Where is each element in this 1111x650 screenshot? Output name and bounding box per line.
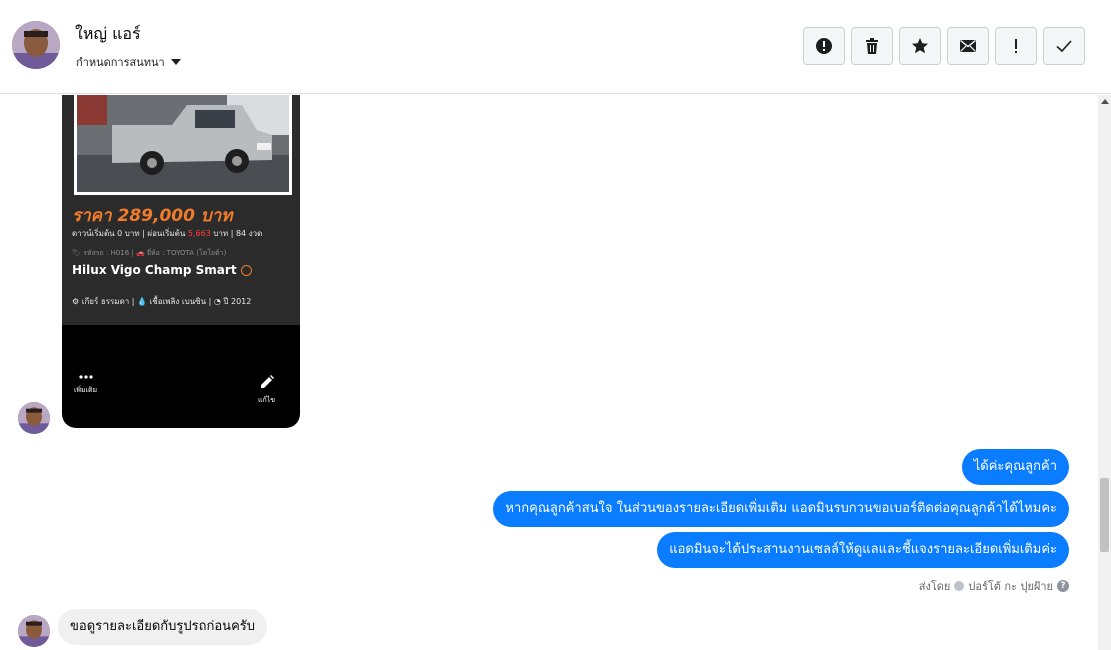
contact-avatar-small[interactable]: [18, 402, 50, 434]
pencil-icon: [260, 375, 274, 388]
message-thread: ราคา 289,000 บาท ดาวน์เริ่มต้น 0 บาท | ผ…: [0, 95, 1098, 650]
mark-unread-button[interactable]: [947, 27, 989, 65]
exclamation-icon: [1015, 39, 1017, 53]
envelope-icon: [960, 39, 976, 52]
sent-by-info: ส่งโดย ปอร์โต้ กะ ปุยฝ้าย ?: [919, 577, 1069, 595]
mark-done-button[interactable]: [1043, 27, 1085, 65]
attachment-more-button[interactable]: เพิ่มเติม: [74, 375, 97, 396]
avatar-image: [18, 402, 50, 434]
terms-prefix: ดาวน์เริ่มต้น 0 บาท | ผ่อนเริ่มต้น: [72, 229, 188, 238]
agent-status-icon: [954, 581, 965, 591]
car-specs: ⚙ เกียร์ ธรรมดา | 💧 เชื้อเพลิง เบนซิน | …: [72, 297, 252, 306]
outgoing-message[interactable]: แอดมินจะได้ประสานงานเซลล์ให้ดูแลและชี้แจ…: [657, 532, 1069, 568]
car-model: Hilux Vigo Champ Smart: [72, 263, 237, 277]
delete-button[interactable]: [851, 27, 893, 65]
edit-label: แก้ไข: [258, 396, 276, 404]
conversation-settings-dropdown[interactable]: กำหนดการสนทนา: [76, 53, 181, 71]
conversation-settings-label: กำหนดการสนทนา: [76, 56, 165, 69]
contact-avatar[interactable]: [12, 21, 60, 69]
car-price: ราคา 289,000 บาท: [72, 206, 233, 226]
contact-avatar-small[interactable]: [18, 615, 50, 647]
scroll-thumb[interactable]: [1100, 478, 1109, 552]
terms-suffix: บาท | 84 งวด: [210, 229, 263, 238]
conversation-actions: [803, 27, 1085, 65]
attachment-edit-button[interactable]: แก้ไข: [258, 375, 275, 406]
contact-name: ใหญ่ แอร์: [75, 24, 141, 43]
outgoing-message[interactable]: หากคุณลูกค้าสนใจ ในส่วนของรายละเอียดเพิ่…: [493, 491, 1069, 527]
checkmark-icon: [1056, 40, 1072, 53]
scroll-up-arrow-icon[interactable]: [1101, 99, 1109, 104]
help-question-icon[interactable]: ?: [1057, 580, 1069, 592]
spam-button[interactable]: [803, 27, 845, 65]
more-label: เพิ่มเติม: [74, 386, 98, 394]
caret-down-icon: [170, 59, 181, 65]
more-dots-icon: [78, 375, 93, 379]
car-photo: [74, 95, 292, 195]
verified-check-icon: [240, 264, 252, 276]
sent-by-prefix: ส่งโดย: [918, 580, 951, 593]
pickup-truck-image: [77, 95, 289, 192]
incoming-message[interactable]: ขอดูรายละเอียดกับรูปรถก่อนครับ: [58, 609, 268, 645]
outgoing-message[interactable]: ได้ค่ะคุณลูกค้า: [961, 449, 1069, 485]
car-finance-terms: ดาวน์เริ่มต้น 0 บาท | ผ่อนเริ่มต้น 5,663…: [72, 227, 262, 240]
star-button[interactable]: [899, 27, 941, 65]
car-ad-card: ราคา 289,000 บาท ดาวน์เริ่มต้น 0 บาท | ผ…: [62, 95, 300, 325]
car-model-row: Hilux Vigo Champ Smart: [72, 263, 252, 277]
conversation-header: ใหญ่ แอร์ กำหนดการสนทนา: [0, 0, 1111, 94]
alert-circle-icon: [816, 38, 832, 54]
star-icon: [912, 38, 928, 54]
car-code-brand: 🏷 รหัสรถ : H016 | 🚗 ยี่ห้อ : TOYOTA (โตโ…: [72, 249, 227, 257]
follow-up-button[interactable]: [995, 27, 1037, 65]
terms-installment: 5,663: [187, 229, 211, 238]
image-attachment[interactable]: ราคา 289,000 บาท ดาวน์เริ่มต้น 0 บาท | ผ…: [62, 95, 300, 428]
trash-icon: [866, 38, 878, 54]
sent-by-name[interactable]: ปอร์โต้ กะ ปุยฝ้าย: [968, 577, 1053, 595]
avatar-image: [18, 615, 50, 647]
avatar-image: [12, 21, 60, 69]
thread-scrollbar[interactable]: [1098, 95, 1111, 650]
